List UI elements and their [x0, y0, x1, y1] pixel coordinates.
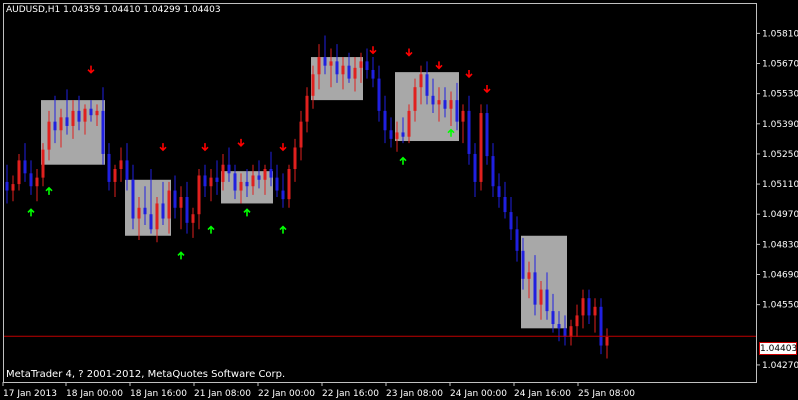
time-axis-label: 18 Jan 00:00: [66, 389, 123, 399]
time-axis-label: 24 Jan 16:00: [514, 389, 571, 399]
chart-window[interactable]: 1.05810 1.05670 1.05530 1.05390 1.05250 1.051…: [0, 0, 798, 400]
ohlc-values: 1.04359 1.04410 1.04299 1.04403: [63, 5, 221, 15]
price-axis-label: 1.05110: [762, 180, 798, 190]
price-axis-label: 1.05250: [762, 150, 798, 160]
price-axis-label: 1.04690: [762, 271, 798, 281]
price-axis-label: 1.04270: [762, 361, 798, 371]
symbol-timeframe: AUDUSD,H1: [6, 5, 61, 15]
current-price-label: 1.04403: [759, 342, 798, 355]
time-axis-label: 18 Jan 16:00: [130, 389, 187, 399]
price-axis-label: 1.05810: [762, 29, 798, 39]
time-axis-label: 24 Jan 00:00: [450, 389, 507, 399]
price-axis-label: 1.04550: [762, 301, 798, 311]
plot-area-border: [3, 3, 757, 383]
time-axis-label: 21 Jan 08:00: [194, 389, 251, 399]
price-axis-label: 1.04970: [762, 210, 798, 220]
time-axis-label: 22 Jan 16:00: [322, 389, 379, 399]
price-axis-label: 1.05530: [762, 90, 798, 100]
price-axis-label: 1.04830: [762, 240, 798, 250]
price-axis-label: 1.05670: [762, 60, 798, 70]
time-axis-label: 25 Jan 08:00: [578, 389, 635, 399]
time-axis-label: 23 Jan 08:00: [386, 389, 443, 399]
copyright-text: MetaTrader 4, ? 2001-2012, MetaQuotes So…: [6, 369, 286, 380]
price-axis-label: 1.05390: [762, 120, 798, 130]
time-axis-label: 22 Jan 00:00: [258, 389, 315, 399]
time-axis-label: 17 Jan 2013: [3, 389, 57, 399]
chart-header: AUDUSD,H1 1.04359 1.04410 1.04299 1.0440…: [6, 5, 221, 15]
